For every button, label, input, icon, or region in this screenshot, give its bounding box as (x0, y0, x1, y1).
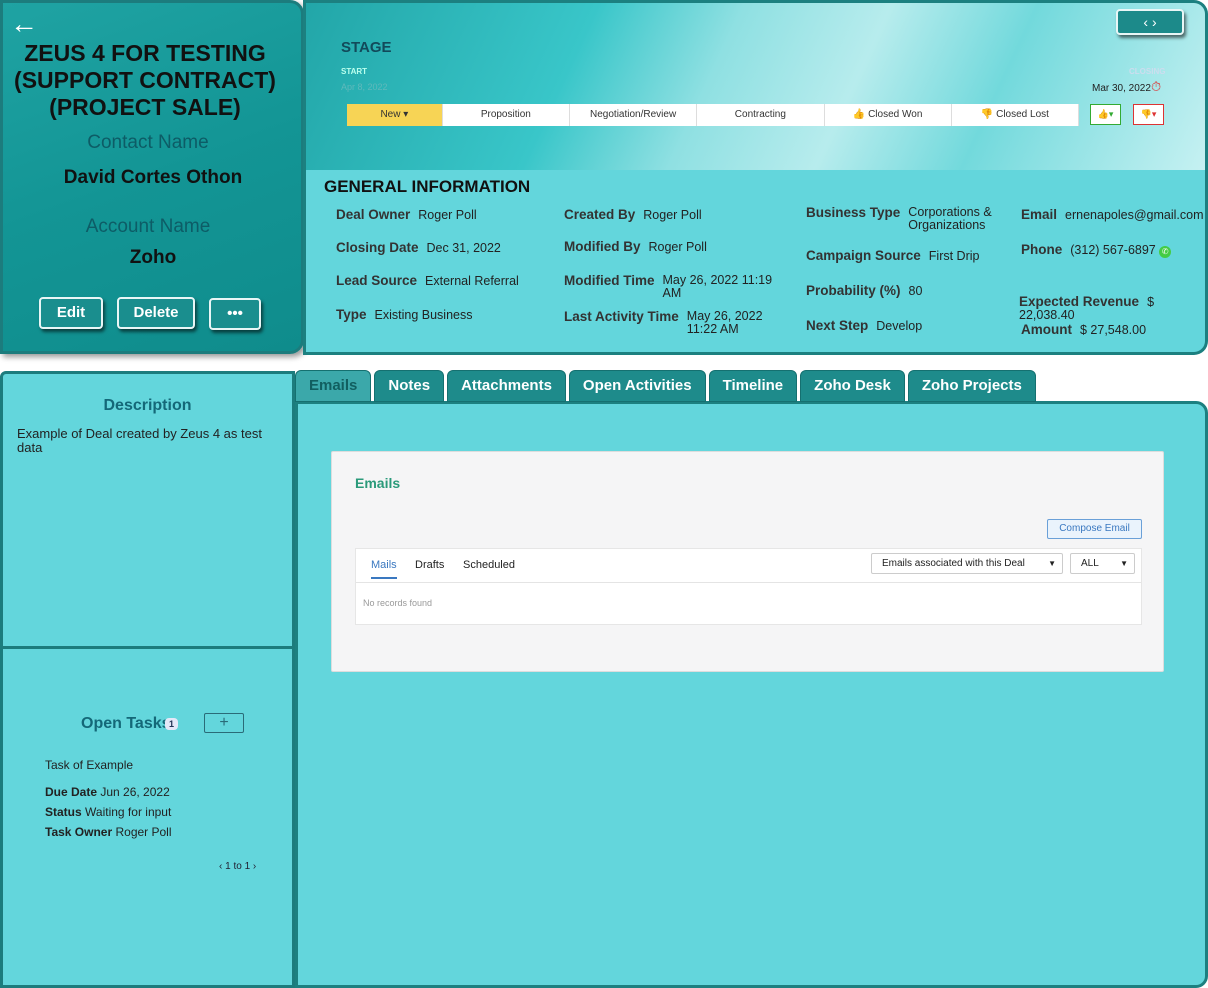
caret-down-icon: ▼ (1048, 559, 1056, 568)
more-button[interactable]: ••• (209, 298, 261, 330)
email-type-value: ALL (1081, 558, 1099, 569)
campaign-source-value: First Drip (928, 249, 980, 263)
field-label: Created By (564, 207, 636, 222)
last-activity-time-value: May 26, 2022 11:22 AM (686, 309, 763, 336)
amount-value: $ 27,548.00 (1080, 323, 1147, 337)
emails-card: Emails Compose Email Mails Drafts Schedu… (331, 451, 1164, 672)
account-name-value[interactable]: Zoho (8, 247, 298, 269)
mails-list: Mails Drafts Scheduled Emails associated… (355, 548, 1142, 625)
field-label: Business Type (806, 205, 901, 220)
stage-closed-won[interactable]: 👍 Closed Won (825, 104, 952, 126)
stage-closed-lost[interactable]: 👎 Closed Lost (952, 104, 1080, 126)
field-label: Amount (1021, 322, 1072, 337)
compose-email-button[interactable]: Compose Email (1047, 519, 1142, 539)
created-by-value: Roger Poll (643, 208, 702, 222)
stage-negotiation-review[interactable]: Negotiation/Review (570, 104, 698, 126)
field-label: Modified Time (564, 273, 655, 288)
record-nav-button[interactable]: ‹ › (1116, 9, 1184, 35)
field-label: Deal Owner (336, 207, 411, 222)
modified-time-value: May 26, 2022 11:19 AM (662, 273, 773, 300)
field-label: Next Step (806, 318, 869, 333)
tab-zoho-desk[interactable]: Zoho Desk (800, 370, 905, 402)
subtab-mails[interactable]: Mails (371, 559, 397, 579)
lead-source-value: External Referral (425, 274, 519, 288)
start-date: Apr 8, 2022 (341, 82, 388, 92)
business-type-value: Corporations & Organizations (908, 205, 992, 232)
field-label: Expected Revenue (1019, 294, 1140, 309)
field-label: Phone (1021, 242, 1063, 257)
contact-name-value[interactable]: David Cortes Othon (8, 167, 298, 189)
tab-emails[interactable]: Emails (295, 370, 372, 402)
open-tasks-panel: Open Tasks 1 + Task of Example Due Date … (0, 649, 295, 988)
task-owner-value: Roger Poll (115, 825, 172, 839)
stage-title: STAGE (341, 39, 392, 56)
arrow-left-icon[interactable]: ← (10, 8, 38, 40)
closing-label: CLOSING (1129, 67, 1166, 76)
description-text: Example of Deal created by Zeus 4 as tes… (17, 426, 262, 455)
closing-date-value: Dec 31, 2022 (426, 241, 501, 255)
field-label: Probability (%) (806, 283, 901, 298)
email-type-dropdown[interactable]: ALL ▼ (1070, 553, 1135, 574)
field-label: Type (336, 307, 367, 322)
account-name-label: Account Name (85, 216, 211, 237)
task-owner-label: Task Owner (45, 825, 113, 839)
field-label: Last Activity Time (564, 309, 679, 324)
email-filter-value: Emails associated with this Deal (882, 558, 1025, 569)
delete-button[interactable]: Delete (117, 297, 195, 329)
due-date-label: Due Date (45, 785, 98, 799)
section-title: GENERAL INFORMATION (324, 177, 531, 196)
caret-down-icon: ▼ (1120, 559, 1128, 568)
tab-open-activities[interactable]: Open Activities (568, 370, 706, 402)
email-value[interactable]: ernenapoles@gmail.com (1065, 208, 1203, 222)
tab-zoho-projects[interactable]: Zoho Projects (907, 370, 1036, 402)
probability-value: 80 (908, 284, 923, 298)
open-tasks-title: Open Tasks (81, 715, 171, 732)
tab-timeline[interactable]: Timeline (708, 370, 798, 402)
stage-panel: STAGE START Apr 8, 2022 CLOSING Mar 30, … (303, 0, 1208, 170)
field-label: Email (1021, 207, 1058, 222)
edit-button[interactable]: Edit (39, 297, 103, 329)
description-title: Description (103, 397, 192, 414)
start-label: START (341, 67, 368, 76)
description-panel: Description Example of Deal created by Z… (0, 371, 295, 649)
tab-notes[interactable]: Notes (374, 370, 445, 402)
stage-proposition[interactable]: Proposition (443, 104, 570, 126)
task-count-badge: 1 (165, 718, 179, 730)
thumbs-down-button[interactable]: 👎▾ (1133, 104, 1164, 125)
task-name[interactable]: Task of Example (45, 758, 133, 772)
closing-date: Mar 30, 2022 (1092, 83, 1151, 94)
divider (356, 582, 1141, 583)
status-value: Waiting for input (85, 805, 172, 819)
stage-new[interactable]: New ▾ (347, 104, 443, 126)
status-label: Status (45, 805, 82, 819)
field-label: Closing Date (336, 240, 419, 255)
thumbs-up-button[interactable]: 👍▾ (1090, 104, 1121, 125)
subtab-scheduled[interactable]: Scheduled (463, 559, 515, 571)
phone-value[interactable]: (312) 567-6897 (1070, 243, 1155, 257)
field-label: Lead Source (336, 273, 418, 288)
emails-title: Emails (355, 475, 401, 491)
deal-owner-value: Roger Poll (418, 208, 477, 222)
add-task-button[interactable]: + (204, 713, 244, 733)
modified-by-value: Roger Poll (648, 240, 707, 254)
pager-text: 1 to 1 (225, 861, 251, 872)
stage-pipeline: New ▾ Proposition Negotiation/Review Con… (347, 104, 1080, 126)
tab-attachments[interactable]: Attachments (447, 370, 566, 402)
stage-contracting[interactable]: Contracting (697, 104, 825, 126)
next-step-value: Develop (876, 319, 923, 333)
field-label: Modified By (564, 239, 641, 254)
stopwatch-icon: ⏱ (1151, 79, 1162, 94)
general-information: GENERAL INFORMATION Deal Owner Roger Poll… (303, 170, 1208, 355)
empty-state-text: No records found (363, 598, 433, 608)
chevron-right-icon[interactable]: › (250, 861, 256, 872)
email-filter-dropdown[interactable]: Emails associated with this Deal ▼ (871, 553, 1063, 574)
subtab-drafts[interactable]: Drafts (415, 559, 444, 571)
type-value: Existing Business (374, 308, 473, 322)
record-title: ZEUS 4 FOR TESTING (SUPPORT CONTRACT) (P… (14, 40, 276, 120)
contact-name-label: Contact Name (87, 132, 209, 153)
field-label: Campaign Source (806, 248, 921, 263)
phone-call-icon[interactable]: ✆ (1159, 246, 1172, 258)
related-tabs: Emails Notes Attachments Open Activities… (295, 370, 1036, 402)
due-date-value: Jun 26, 2022 (100, 785, 170, 799)
